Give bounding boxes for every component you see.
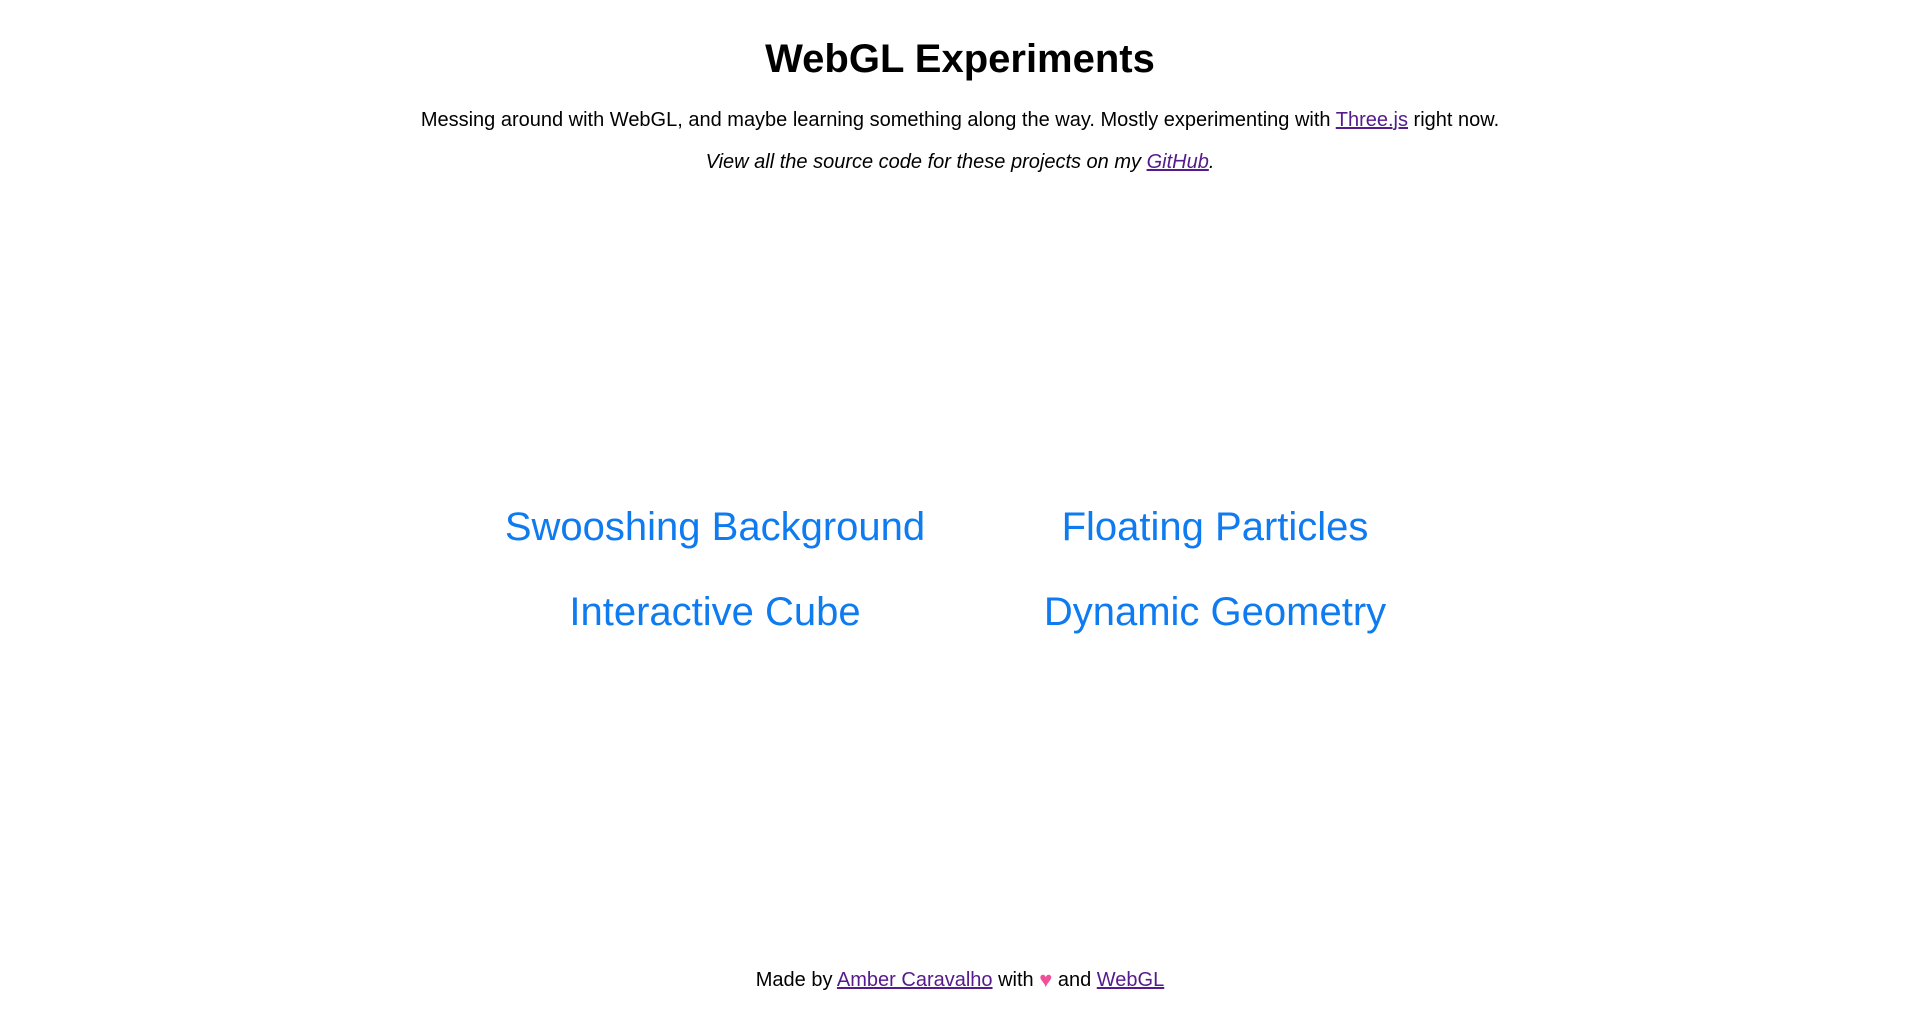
intro-paragraph: Messing around with WebGL, and maybe lea… [0,108,1920,132]
intro-text: Messing around with WebGL, and maybe lea… [420,109,1336,131]
github-link[interactable]: GitHub [1147,151,1209,173]
footer-prefix: Made by [755,969,837,991]
threejs-link[interactable]: Three.js [1336,109,1408,131]
footer: Made by Amber Caravalho with ♥ and WebGL [0,968,1920,992]
footer-with: with [992,969,1040,991]
experiments-grid: Swooshing Background Floating Particles … [465,500,1465,670]
source-note: View all the source code for these proje… [0,150,1920,174]
author-link[interactable]: Amber Caravalho [837,969,993,991]
footer-and: and [1052,969,1097,991]
experiment-link-interactive-cube[interactable]: Interactive Cube [465,585,965,670]
experiment-link-floating-particles[interactable]: Floating Particles [965,500,1465,585]
webgl-link[interactable]: WebGL [1097,969,1164,991]
page-title: WebGL Experiments [765,37,1155,81]
intro-suffix: right now. [1408,109,1500,131]
source-prefix: View all the source code for these proje… [705,151,1147,173]
experiment-link-swooshing-background[interactable]: Swooshing Background [465,500,965,585]
page: WebGL Experiments Messing around with We… [0,0,1920,1020]
experiment-link-dynamic-geometry[interactable]: Dynamic Geometry [965,585,1465,670]
heart-icon: ♥ [1039,967,1053,992]
source-suffix: . [1208,151,1215,173]
